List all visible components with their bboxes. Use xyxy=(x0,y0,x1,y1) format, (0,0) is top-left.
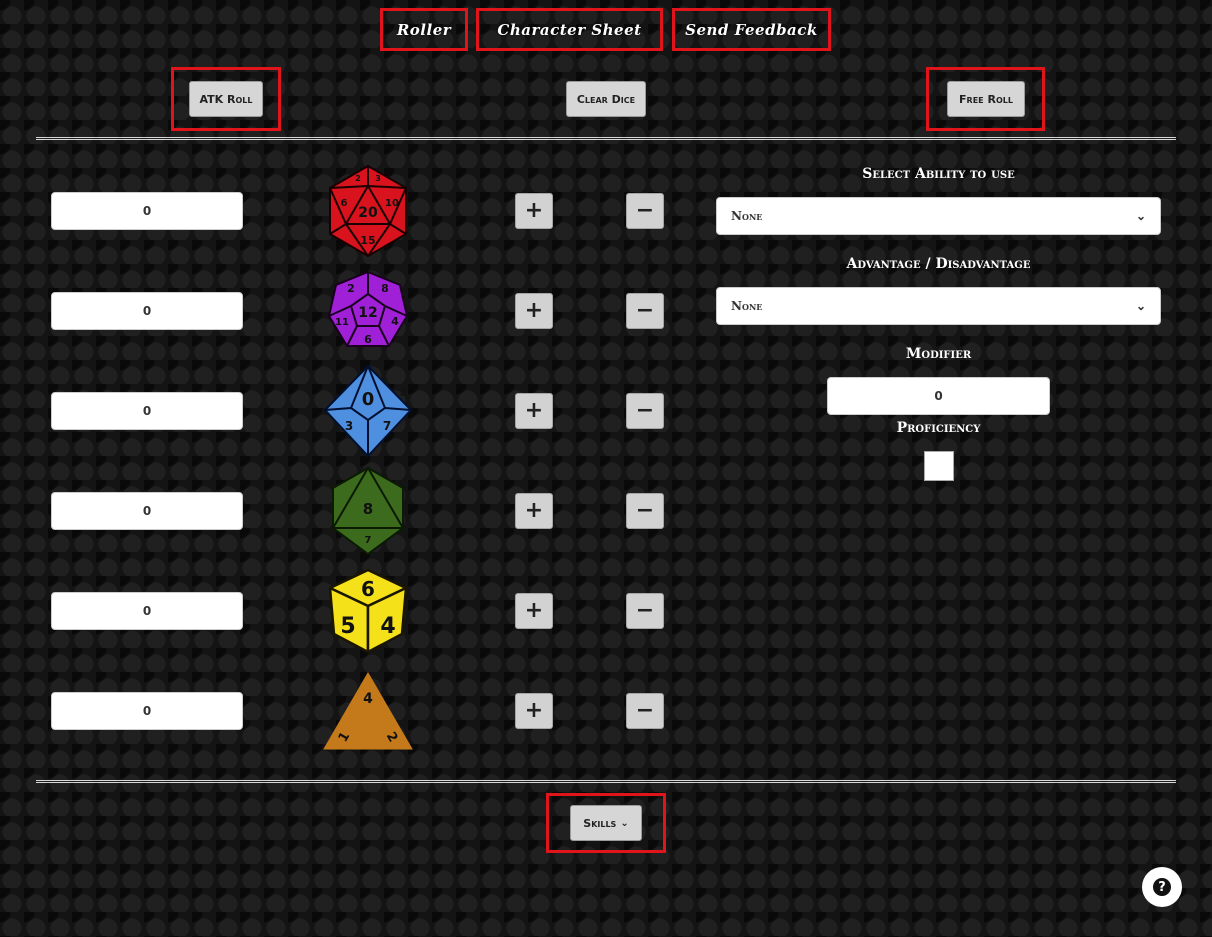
modifier-input[interactable] xyxy=(827,377,1050,415)
clear-dice-button[interactable]: Clear Dice xyxy=(566,81,646,117)
help-button[interactable]: ? xyxy=(1142,867,1182,907)
d20-face-main: 20 xyxy=(358,205,378,221)
advantage-label: Advantage / Disadvantage xyxy=(846,256,1031,272)
chevron-down-icon: ⌄ xyxy=(1135,209,1146,223)
d20-face-left: 6 xyxy=(341,198,348,209)
d12-plus-button[interactable]: + xyxy=(515,293,553,329)
d10-plus-button[interactable]: + xyxy=(515,393,553,429)
modifier-label: Modifier xyxy=(905,346,972,362)
question-icon: ? xyxy=(1153,878,1171,896)
d10-minus-button[interactable]: − xyxy=(626,393,664,429)
proficiency-label: Proficiency xyxy=(896,420,981,436)
d12-face-top-right: 8 xyxy=(381,282,389,295)
d12-face-bottom: 6 xyxy=(364,333,372,346)
d12-minus-button[interactable]: − xyxy=(626,293,664,329)
nav-send-feedback-box: Send Feedback xyxy=(672,8,831,51)
d8-count-input[interactable] xyxy=(51,492,243,530)
d10-icon: 0 3 7 8 xyxy=(323,364,413,458)
nav-roller-link[interactable]: Roller xyxy=(397,21,451,39)
bottom-divider xyxy=(36,780,1176,783)
d4-count-input[interactable] xyxy=(51,692,243,730)
d8-plus-button[interactable]: + xyxy=(515,493,553,529)
d10-face-right: 7 xyxy=(383,419,391,433)
chevron-down-icon: ⌄ xyxy=(620,817,629,829)
d20-face-top-right: 3 xyxy=(375,174,381,183)
skills-button[interactable]: Skills ⌄ xyxy=(570,805,642,841)
d8-face-main: 8 xyxy=(363,500,373,518)
chevron-down-icon: ⌄ xyxy=(1135,299,1146,313)
d10-face-main: 0 xyxy=(362,389,375,410)
d20-face-top-left: 2 xyxy=(355,174,361,183)
atk-roll-button[interactable]: ATK Roll xyxy=(189,81,263,117)
d8-face-bottom: 7 xyxy=(365,535,372,546)
d6-face-left: 5 xyxy=(340,614,355,639)
d6-face-right: 4 xyxy=(380,614,395,639)
d4-icon: 4 1 2 xyxy=(323,672,413,750)
ability-label: Select Ability to use xyxy=(862,166,1015,182)
nav-send-feedback-link[interactable]: Send Feedback xyxy=(685,21,818,39)
d4-plus-button[interactable]: + xyxy=(515,693,553,729)
proficiency-checkbox[interactable] xyxy=(924,451,954,481)
d20-face-right: 10 xyxy=(385,198,399,209)
d6-plus-button[interactable]: + xyxy=(515,593,553,629)
d12-face-left: 11 xyxy=(335,317,349,328)
d6-face-top: 6 xyxy=(361,577,375,601)
advantage-select-value: None xyxy=(731,299,763,313)
nav-character-sheet-box: Character Sheet xyxy=(476,8,663,51)
d4-face-top: 4 xyxy=(363,691,373,707)
d20-count-input[interactable] xyxy=(51,192,243,230)
d8-minus-button[interactable]: − xyxy=(626,493,664,529)
d10-count-input[interactable] xyxy=(51,392,243,430)
d6-count-input[interactable] xyxy=(51,592,243,630)
d20-plus-button[interactable]: + xyxy=(515,193,553,229)
ability-select-value: None xyxy=(731,209,763,223)
d12-face-top-left: 2 xyxy=(347,282,355,295)
nav-character-sheet-link[interactable]: Character Sheet xyxy=(497,21,641,39)
d12-face-main: 12 xyxy=(358,305,377,321)
d4-minus-button[interactable]: − xyxy=(626,693,664,729)
d10-face-left: 3 xyxy=(345,419,353,433)
ability-select[interactable]: None ⌄ xyxy=(716,197,1161,235)
d10-face-edge: 8 xyxy=(400,389,406,399)
d20-face-bottom: 15 xyxy=(360,234,375,247)
nav-roller-box: Roller xyxy=(380,8,468,51)
d12-icon: 12 8 2 11 4 6 xyxy=(327,270,409,347)
d6-icon: 6 5 4 xyxy=(328,568,408,654)
d6-minus-button[interactable]: − xyxy=(626,593,664,629)
d20-minus-button[interactable]: − xyxy=(626,193,664,229)
skills-label: Skills xyxy=(583,816,617,830)
top-divider xyxy=(36,137,1176,140)
d12-count-input[interactable] xyxy=(51,292,243,330)
advantage-select[interactable]: None ⌄ xyxy=(716,287,1161,325)
d20-icon: 20 6 10 15 2 3 xyxy=(329,164,407,258)
d8-icon: 8 7 xyxy=(331,466,405,556)
free-roll-button[interactable]: Free Roll xyxy=(947,81,1025,117)
d12-face-right: 4 xyxy=(391,315,399,328)
